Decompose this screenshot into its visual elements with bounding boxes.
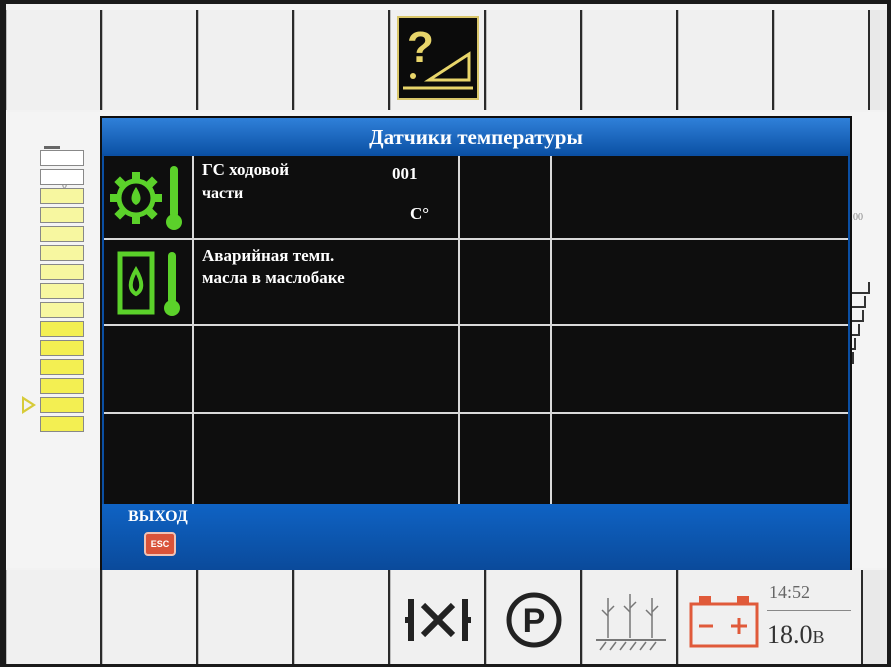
bottom-softkey-crop[interactable] xyxy=(582,570,678,664)
bottom-softkey-bar: P 14:52 18.0В xyxy=(6,570,887,664)
sensor-2-label-line1: Аварийная темп. xyxy=(202,246,335,265)
sensor-1-extra-cell-2 xyxy=(552,156,848,240)
empty-row-3-icon-cell xyxy=(104,326,194,414)
top-softkey-bar: ? xyxy=(6,10,887,110)
sensor-grid: ГС ходовой части 001 С° Аварийная темп. … xyxy=(104,156,848,504)
oil-tank-thermometer-icon xyxy=(104,240,194,324)
bottom-status-panel: 14:52 18.0В xyxy=(678,570,863,664)
sensor-row-1[interactable]: ГС ходовой части 001 С° xyxy=(104,156,460,240)
empty-row-3-label-cell xyxy=(194,326,460,414)
left-level-gauge xyxy=(40,150,84,438)
top-softkey-2[interactable] xyxy=(102,10,198,110)
top-softkey-4[interactable] xyxy=(294,10,390,110)
temperature-sensors-dialog: Датчики температуры ГС ходовой части 001… xyxy=(100,116,852,570)
empty-row-3-cell xyxy=(460,326,552,414)
bottom-softkey-2[interactable] xyxy=(102,570,198,664)
sensor-2-extra-cell xyxy=(460,240,552,326)
parking-icon: P xyxy=(487,570,580,664)
bottom-softkey-3[interactable] xyxy=(198,570,294,664)
empty-row-4-cell-2 xyxy=(552,414,848,504)
battery-icon xyxy=(687,592,761,655)
empty-row-4-icon-cell xyxy=(104,414,194,504)
sensor-1-extra-cell xyxy=(460,156,552,240)
display-screen: ? 0 100 Датчики температуры ГС ходовой ч… xyxy=(6,4,887,664)
battery-voltage: 18.0В xyxy=(767,620,825,649)
bottom-softkey-1[interactable] xyxy=(6,570,102,664)
bottom-softkey-neutral[interactable] xyxy=(390,570,486,664)
top-softkey-8[interactable] xyxy=(678,10,774,110)
exit-label: ВЫХОД xyxy=(128,508,188,525)
sensor-1-unit: С° xyxy=(410,204,430,223)
gauge-dash xyxy=(44,146,60,149)
help-question-icon[interactable]: ? xyxy=(397,16,479,100)
neutral-gear-icon xyxy=(391,570,484,664)
sensor-row-2[interactable]: Аварийная темп. масла в маслобаке xyxy=(104,240,460,326)
dialog-footer: ВЫХОД ESC xyxy=(102,504,850,570)
clock-time: 14:52 xyxy=(769,582,811,602)
crop-field-icon xyxy=(583,570,676,664)
sensor-1-label-line1: ГС ходовой xyxy=(202,160,290,179)
esc-button[interactable]: ESC xyxy=(144,532,176,556)
top-softkey-6[interactable] xyxy=(486,10,582,110)
bottom-softkey-parking[interactable]: P xyxy=(486,570,582,664)
sensor-1-value: 001 xyxy=(392,164,418,183)
top-softkey-1[interactable] xyxy=(6,10,102,110)
sensor-1-label-line2: части xyxy=(202,185,244,202)
top-softkey-help[interactable]: ? xyxy=(390,10,486,110)
dialog-title: Датчики температуры xyxy=(102,118,850,154)
top-softkey-7[interactable] xyxy=(582,10,678,110)
top-softkey-3[interactable] xyxy=(198,10,294,110)
svg-text:?: ? xyxy=(407,23,434,72)
empty-row-4-cell xyxy=(460,414,552,504)
top-softkey-9[interactable] xyxy=(774,10,870,110)
gear-oil-thermometer-icon xyxy=(104,156,194,240)
empty-row-3-cell-2 xyxy=(552,326,848,414)
sensor-2-extra-cell-2 xyxy=(552,240,848,326)
bottom-softkey-4[interactable] xyxy=(294,570,390,664)
svg-text:P: P xyxy=(522,602,545,640)
empty-row-4-label-cell xyxy=(194,414,460,504)
sensor-2-label-line2: масла в маслобаке xyxy=(202,268,345,287)
